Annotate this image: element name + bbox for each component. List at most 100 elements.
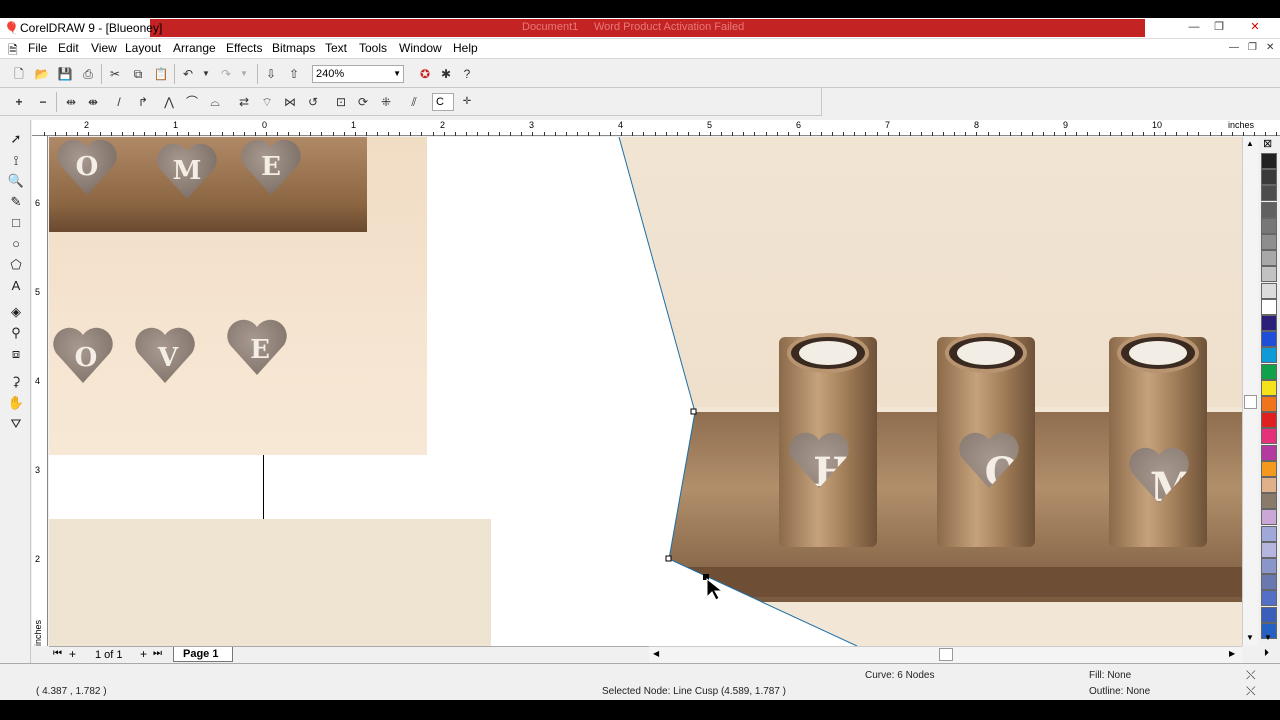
- page-tab[interactable]: Page 1: [173, 647, 233, 662]
- whats-this-help-icon[interactable]: ?: [458, 65, 476, 83]
- zoom-tool-icon[interactable]: 🔍: [6, 172, 26, 190]
- delete-node-icon[interactable]: −: [34, 93, 52, 111]
- pick-tool-icon[interactable]: ➚: [6, 130, 26, 148]
- color-swatch[interactable]: [1261, 363, 1277, 380]
- outline-none-swatch-icon[interactable]: ⤬: [1246, 684, 1256, 699]
- color-swatch[interactable]: [1261, 606, 1277, 623]
- fill-tool-icon[interactable]: ⛛: [6, 415, 26, 433]
- color-swatch[interactable]: [1261, 558, 1277, 574]
- text-tool-icon[interactable]: A: [6, 277, 26, 295]
- curve-smoothness-field[interactable]: C: [432, 93, 454, 111]
- symmetrical-node-icon[interactable]: ⌓: [206, 93, 224, 111]
- scroll-left-icon[interactable]: ◀: [653, 649, 659, 658]
- menu-arrange[interactable]: Arrange: [173, 41, 216, 55]
- redo-dropdown-icon[interactable]: ▼: [235, 65, 253, 83]
- minimize-button[interactable]: —: [1182, 19, 1206, 35]
- cusp-node-icon[interactable]: ⋀: [160, 93, 178, 111]
- color-swatch[interactable]: [1261, 153, 1277, 169]
- menu-help[interactable]: Help: [453, 41, 478, 55]
- color-swatch[interactable]: [1261, 590, 1277, 607]
- extend-curve-icon[interactable]: ⌔: [258, 93, 276, 111]
- color-swatch[interactable]: [1261, 250, 1277, 267]
- color-swatch[interactable]: [1261, 347, 1277, 364]
- color-swatch[interactable]: [1261, 282, 1277, 299]
- smoothness-slider-icon[interactable]: ✛: [458, 93, 476, 111]
- maximize-button[interactable]: ❐: [1207, 19, 1231, 35]
- color-swatch[interactable]: [1261, 541, 1277, 558]
- navigator-icon[interactable]: ⏵: [1264, 648, 1269, 659]
- rectangle-tool-icon[interactable]: □: [6, 214, 26, 232]
- menu-bitmaps[interactable]: Bitmaps: [272, 41, 315, 55]
- fill-none-swatch-icon[interactable]: ⤬: [1246, 668, 1256, 683]
- color-swatch[interactable]: [1261, 298, 1277, 315]
- outline-tool-icon[interactable]: ✋: [6, 394, 26, 412]
- vertical-ruler[interactable]: 6 5 4 3 2 inches: [32, 136, 48, 646]
- menu-effects[interactable]: Effects: [226, 41, 262, 55]
- color-swatch[interactable]: [1261, 234, 1277, 250]
- elastic-mode-icon[interactable]: ⫽: [405, 93, 423, 111]
- color-swatch[interactable]: [1261, 331, 1277, 348]
- application-launcher-icon[interactable]: ✪: [416, 65, 434, 83]
- color-swatch[interactable]: [1261, 217, 1277, 234]
- color-swatch[interactable]: [1261, 412, 1277, 429]
- menu-view[interactable]: View: [91, 41, 117, 55]
- print-icon[interactable]: ⎙: [79, 65, 97, 83]
- new-icon[interactable]: 🗋: [10, 65, 28, 83]
- add-node-icon[interactable]: +: [10, 93, 28, 111]
- break-curve-icon[interactable]: ⇼: [84, 93, 102, 111]
- color-swatch[interactable]: [1261, 574, 1277, 591]
- color-swatch[interactable]: [1261, 396, 1277, 412]
- blend-tool-icon[interactable]: ⧈: [6, 345, 26, 363]
- close-button[interactable]: ✕: [1243, 19, 1267, 35]
- eyedropper-tool-icon[interactable]: ⚳: [6, 373, 26, 391]
- menu-edit[interactable]: Edit: [58, 41, 79, 55]
- menu-tools[interactable]: Tools: [359, 41, 387, 55]
- transparency-tool-icon[interactable]: ⚲: [6, 324, 26, 342]
- menu-text[interactable]: Text: [325, 41, 347, 55]
- menu-layout[interactable]: Layout: [125, 41, 161, 55]
- menu-file[interactable]: File: [28, 41, 47, 55]
- color-swatch[interactable]: [1261, 460, 1277, 477]
- auto-close-icon[interactable]: ↺: [304, 93, 322, 111]
- menu-window[interactable]: Window: [399, 41, 442, 55]
- to-curve-icon[interactable]: ↱: [134, 93, 152, 111]
- color-swatch[interactable]: [1261, 477, 1277, 493]
- stretch-nodes-icon[interactable]: ⊡: [332, 93, 350, 111]
- document-icon[interactable]: 🗎: [8, 41, 18, 62]
- corel-online-icon[interactable]: ✱: [437, 65, 455, 83]
- add-page-after-icon[interactable]: +: [140, 647, 147, 661]
- add-page-before-icon[interactable]: +: [69, 647, 76, 661]
- to-line-icon[interactable]: /: [110, 93, 128, 111]
- color-swatch[interactable]: [1261, 428, 1277, 445]
- first-page-icon[interactable]: ⏮: [53, 648, 62, 659]
- ellipse-tool-icon[interactable]: ○: [6, 235, 26, 253]
- reverse-direction-icon[interactable]: ⇄: [235, 93, 253, 111]
- color-swatch[interactable]: [1261, 169, 1277, 186]
- extract-subpath-icon[interactable]: ⋈: [281, 93, 299, 111]
- curve-node[interactable]: [690, 408, 697, 415]
- color-swatch[interactable]: [1261, 315, 1277, 331]
- color-swatch[interactable]: [1261, 266, 1277, 283]
- open-icon[interactable]: 📂: [33, 65, 51, 83]
- paste-icon[interactable]: 📋: [152, 65, 170, 83]
- cut-icon[interactable]: ✂: [106, 65, 124, 83]
- color-swatch[interactable]: [1261, 493, 1277, 510]
- color-swatch[interactable]: [1261, 379, 1277, 396]
- align-nodes-icon[interactable]: ⁜: [377, 93, 395, 111]
- freehand-tool-icon[interactable]: ✎: [6, 193, 26, 211]
- shape-tool-icon[interactable]: ⟟: [6, 152, 26, 170]
- horizontal-scrollbar[interactable]: ◀ ▶: [649, 646, 1242, 663]
- vertical-scrollbar[interactable]: ▲ ▼: [1242, 137, 1258, 646]
- color-swatch[interactable]: [1261, 509, 1277, 526]
- zoom-dropdown-icon[interactable]: ▼: [393, 66, 401, 82]
- no-color-swatch-icon[interactable]: ⊠: [1263, 137, 1272, 150]
- doc-close-button[interactable]: ✕: [1266, 42, 1274, 53]
- scroll-down-icon[interactable]: ▼: [1246, 633, 1254, 642]
- rotate-nodes-icon[interactable]: ⟳: [354, 93, 372, 111]
- save-icon[interactable]: 💾: [56, 65, 74, 83]
- scroll-thumb[interactable]: [1244, 395, 1257, 409]
- doc-minimize-button[interactable]: —: [1229, 42, 1239, 53]
- palette-scroll-down-icon[interactable]: ▼: [1264, 633, 1272, 642]
- color-swatch[interactable]: [1261, 185, 1277, 202]
- import-icon[interactable]: ⇩: [262, 65, 280, 83]
